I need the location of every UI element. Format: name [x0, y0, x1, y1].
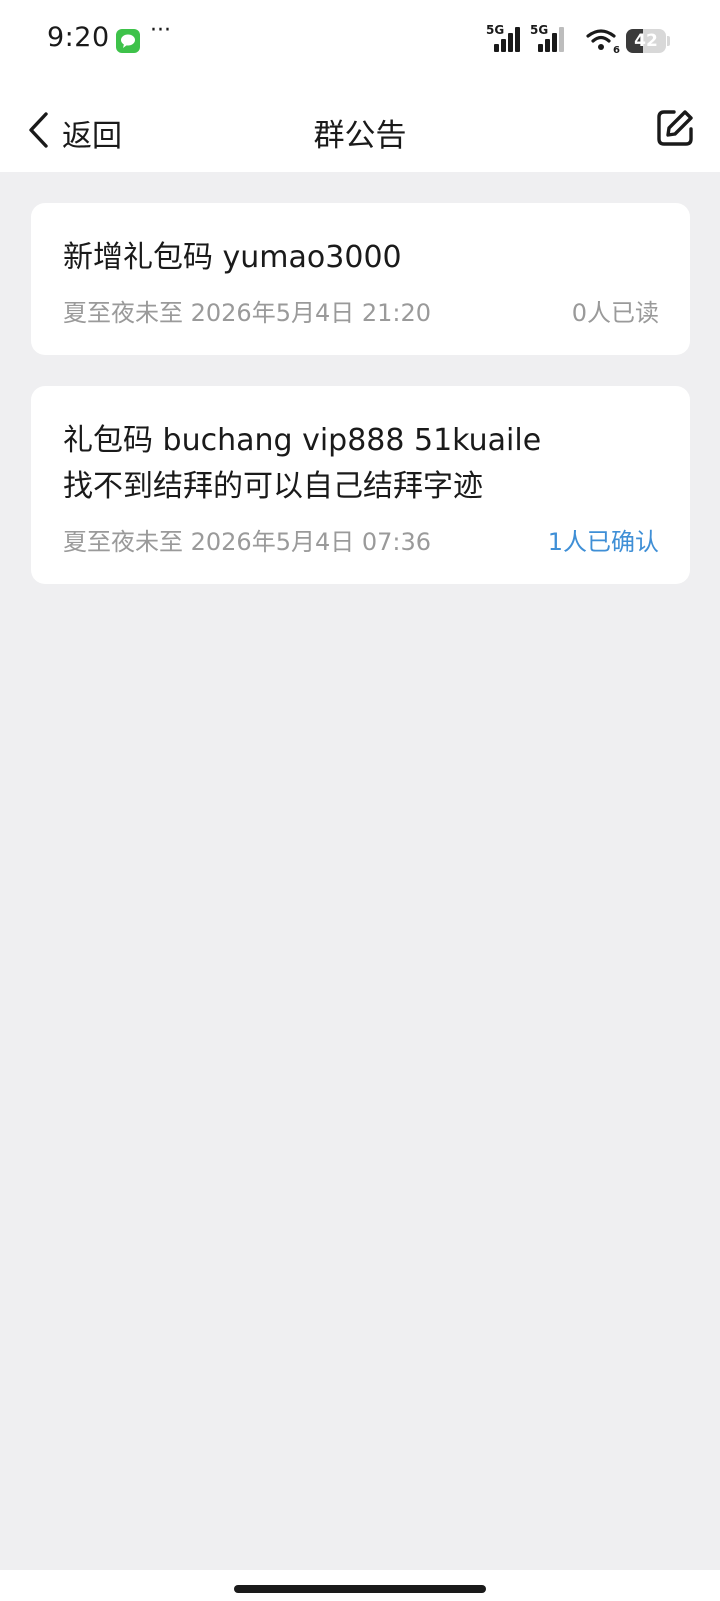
wifi-icon: 6	[585, 26, 621, 58]
battery-level: 42	[634, 31, 658, 51]
home-indicator[interactable]	[234, 1585, 486, 1593]
battery-icon: 42	[626, 29, 666, 53]
announcement-content: 新增礼包码 yumao3000	[63, 235, 659, 281]
status-time: 9:20	[47, 22, 110, 53]
edit-icon[interactable]	[654, 107, 696, 149]
announcement-text: 找不到结拜的可以自己结拜字迹	[63, 469, 483, 504]
signal-icon: 5G	[530, 24, 568, 52]
announcement-meta: 夏至夜未至 2026年5月4日 21:20	[63, 299, 432, 327]
message-app-icon	[116, 29, 140, 53]
announcement-text: 新增礼包码 yumao3000	[63, 240, 402, 275]
status-bar: 9:20 ··· 5G 5G 6 42	[0, 0, 720, 86]
signal-type-label: 5G	[530, 23, 549, 37]
announcement-meta: 夏至夜未至 2026年5月4日 07:36	[63, 528, 432, 556]
announcement-card[interactable]: 礼包码 buchang vip888 51kuaile 找不到结拜的可以自己结拜…	[31, 386, 690, 584]
read-status: 0人已读	[571, 299, 659, 327]
more-notifications-icon: ···	[150, 18, 171, 43]
wifi-standard-label: 6	[613, 45, 620, 54]
nav-bar: 返回 群公告	[0, 86, 720, 172]
announcement-text: 礼包码 buchang vip888 51kuaile	[63, 423, 542, 458]
announcement-content: 礼包码 buchang vip888 51kuaile 找不到结拜的可以自己结拜…	[63, 418, 659, 510]
signal-type-label: 5G	[486, 23, 505, 37]
confirm-status-link[interactable]: 1人已确认	[548, 522, 659, 557]
announcement-card[interactable]: 新增礼包码 yumao3000 夏至夜未至 2026年5月4日 21:20 0人…	[31, 203, 690, 355]
signal-icon: 5G	[486, 24, 524, 52]
page-title: 群公告	[313, 118, 407, 154]
battery-cap	[667, 36, 670, 46]
